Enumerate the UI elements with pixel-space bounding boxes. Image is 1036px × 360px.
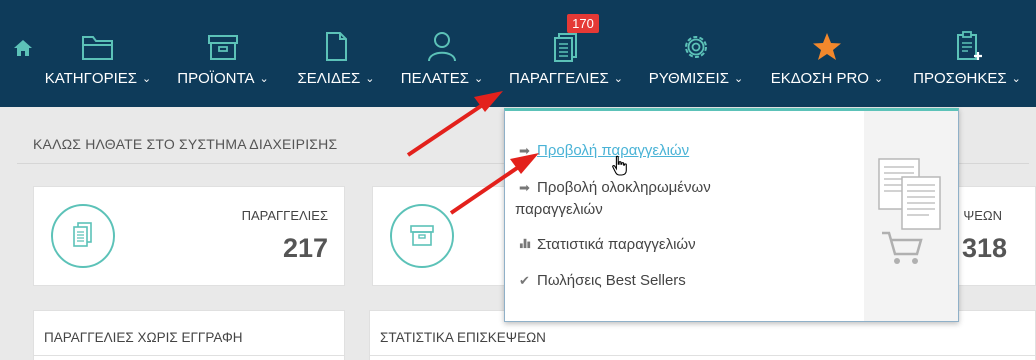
orders-cart-illustration-icon bbox=[878, 158, 941, 264]
nav-label: ΕΚΔΟΣΗ PRO bbox=[770, 70, 869, 87]
box-icon bbox=[410, 225, 434, 246]
unregistered-orders-panel: ΠΑΡΑΓΓΕΛΙΕΣ ΧΩΡΙΣ ΕΓΓΡΑΦΗ bbox=[33, 310, 345, 360]
home-icon[interactable] bbox=[12, 37, 34, 59]
products-stat-icon-circle bbox=[390, 204, 454, 268]
nav-item-categories[interactable]: ΚΑΤΗΓΟΡΙΕΣ ⌄ bbox=[42, 0, 154, 107]
orders-stat-label: ΠΑΡΑΓΓΕΛΙΕΣ bbox=[241, 208, 328, 223]
orders-stat-icon-circle bbox=[51, 204, 115, 268]
nav-item-pages[interactable]: ΣΕΛΙΔΕΣ ⌄ bbox=[292, 0, 380, 107]
arrow-right-icon: ➡ bbox=[519, 143, 530, 158]
menu-item-label: Στατιστικά παραγγελιών bbox=[537, 236, 696, 253]
menu-item-label: Προβολή ολοκληρωμένων bbox=[537, 179, 711, 196]
nav-item-customers[interactable]: ΠΕΛΑΤΕΣ ⌄ bbox=[396, 0, 488, 107]
menu-item-label-continued: παραγγελιών bbox=[515, 201, 603, 218]
orders-stat-card[interactable]: ΠΑΡΑΓΓΕΛΙΕΣ 217 bbox=[33, 186, 345, 286]
clipboard-plus-icon bbox=[957, 31, 982, 60]
box-icon bbox=[208, 35, 238, 60]
chevron-down-icon: ⌄ bbox=[142, 73, 152, 85]
divider bbox=[34, 355, 344, 356]
nav-label: ΠΡΟΣΘΗΚΕΣ bbox=[913, 70, 1007, 87]
nav-item-orders[interactable]: ΠΑΡΑΓΓΕΛΙΕΣ ⌄ bbox=[505, 0, 627, 107]
nav-item-settings[interactable]: ΡΥΘΜΙΣΕΙΣ ⌄ bbox=[645, 0, 747, 107]
nav-label: ΠΑΡΑΓΓΕΛΙΕΣ bbox=[509, 70, 609, 87]
chevron-down-icon: ⌄ bbox=[873, 73, 884, 85]
top-nav: ΚΑΤΗΓΟΡΙΕΣ ⌄ ΠΡΟΪΟΝΤΑ ⌄ ΣΕΛΙΔΕΣ ⌄ ΠΕΛΑΤΕΣ ⌄ bbox=[0, 0, 1036, 107]
visits-stat-value: 318 bbox=[961, 233, 1007, 263]
arrow-right-icon: ➡ bbox=[519, 180, 530, 195]
nav-label: ΠΕΛΑΤΕΣ bbox=[400, 70, 469, 87]
folder-icon bbox=[82, 36, 113, 60]
divider bbox=[370, 355, 1035, 356]
bar-chart-icon bbox=[519, 234, 537, 256]
nav-item-products[interactable]: ΠΡΟΪΟΝΤΑ ⌄ bbox=[172, 0, 274, 107]
page-icon bbox=[326, 32, 347, 61]
nav-item-addons[interactable]: ΠΡΟΣΘΗΚΕΣ ⌄ bbox=[906, 0, 1028, 107]
nav-label: ΠΡΟΪΟΝΤΑ bbox=[177, 70, 255, 87]
panel-title: ΣΤΑΤΙΣΤΙΚΑ ΕΠΙΣΚΕΨΕΩΝ bbox=[380, 330, 546, 345]
orders-count-badge: 170 bbox=[567, 14, 599, 33]
menu-item-view-completed-orders[interactable]: ➡ Προβολή ολοκληρωμένων παραγγελιών bbox=[515, 177, 711, 221]
page-title: ΚΑΛΩΣ ΗΛΘΑΤΕ ΣΤΟ ΣΥΣΤΗΜΑ ΔΙΑΧΕΙΡΙΣΗΣ bbox=[33, 136, 338, 152]
chevron-down-icon: ⌄ bbox=[734, 73, 744, 85]
orders-icon bbox=[554, 33, 577, 62]
star-icon bbox=[813, 33, 841, 60]
panel-title: ΠΑΡΑΓΓΕΛΙΕΣ ΧΩΡΙΣ ΕΓΓΡΑΦΗ bbox=[44, 330, 243, 345]
nav-label: ΣΕΛΙΔΕΣ bbox=[297, 70, 361, 87]
user-icon bbox=[428, 32, 456, 62]
menu-item-order-statistics[interactable]: Στατιστικά παραγγελιών bbox=[519, 234, 696, 256]
chevron-down-icon: ⌄ bbox=[259, 73, 269, 85]
menu-item-view-orders[interactable]: ➡ Προβολή παραγγελιών bbox=[519, 140, 689, 162]
visits-stat-label: ΨΕΩΝ bbox=[963, 208, 1002, 223]
nav-item-pro-version[interactable]: ΕΚΔΟΣΗ PRO ⌄ bbox=[766, 0, 888, 107]
nav-label: ΚΑΤΗΓΟΡΙΕΣ bbox=[44, 70, 138, 87]
orders-dropdown-menu: ➡ Προβολή παραγγελιών ➡ Προβολή ολοκληρωμέ… bbox=[504, 108, 959, 322]
chevron-down-icon: ⌄ bbox=[365, 73, 375, 85]
nav-label: ΡΥΘΜΙΣΕΙΣ bbox=[648, 70, 729, 87]
dropdown-illustration bbox=[864, 111, 958, 321]
orders-icon bbox=[73, 222, 92, 247]
chevron-down-icon: ⌄ bbox=[613, 73, 623, 85]
menu-item-label: Πωλήσεις Best Sellers bbox=[537, 272, 686, 289]
hand-cursor-icon bbox=[612, 155, 627, 176]
gear-icon bbox=[685, 36, 707, 58]
checkmark-icon: ✔ bbox=[519, 273, 530, 288]
orders-stat-value: 217 bbox=[282, 233, 328, 263]
chevron-down-icon: ⌄ bbox=[473, 73, 484, 85]
chevron-down-icon: ⌄ bbox=[1011, 73, 1021, 85]
menu-item-best-sellers[interactable]: ✔ Πωλήσεις Best Sellers bbox=[519, 270, 686, 292]
